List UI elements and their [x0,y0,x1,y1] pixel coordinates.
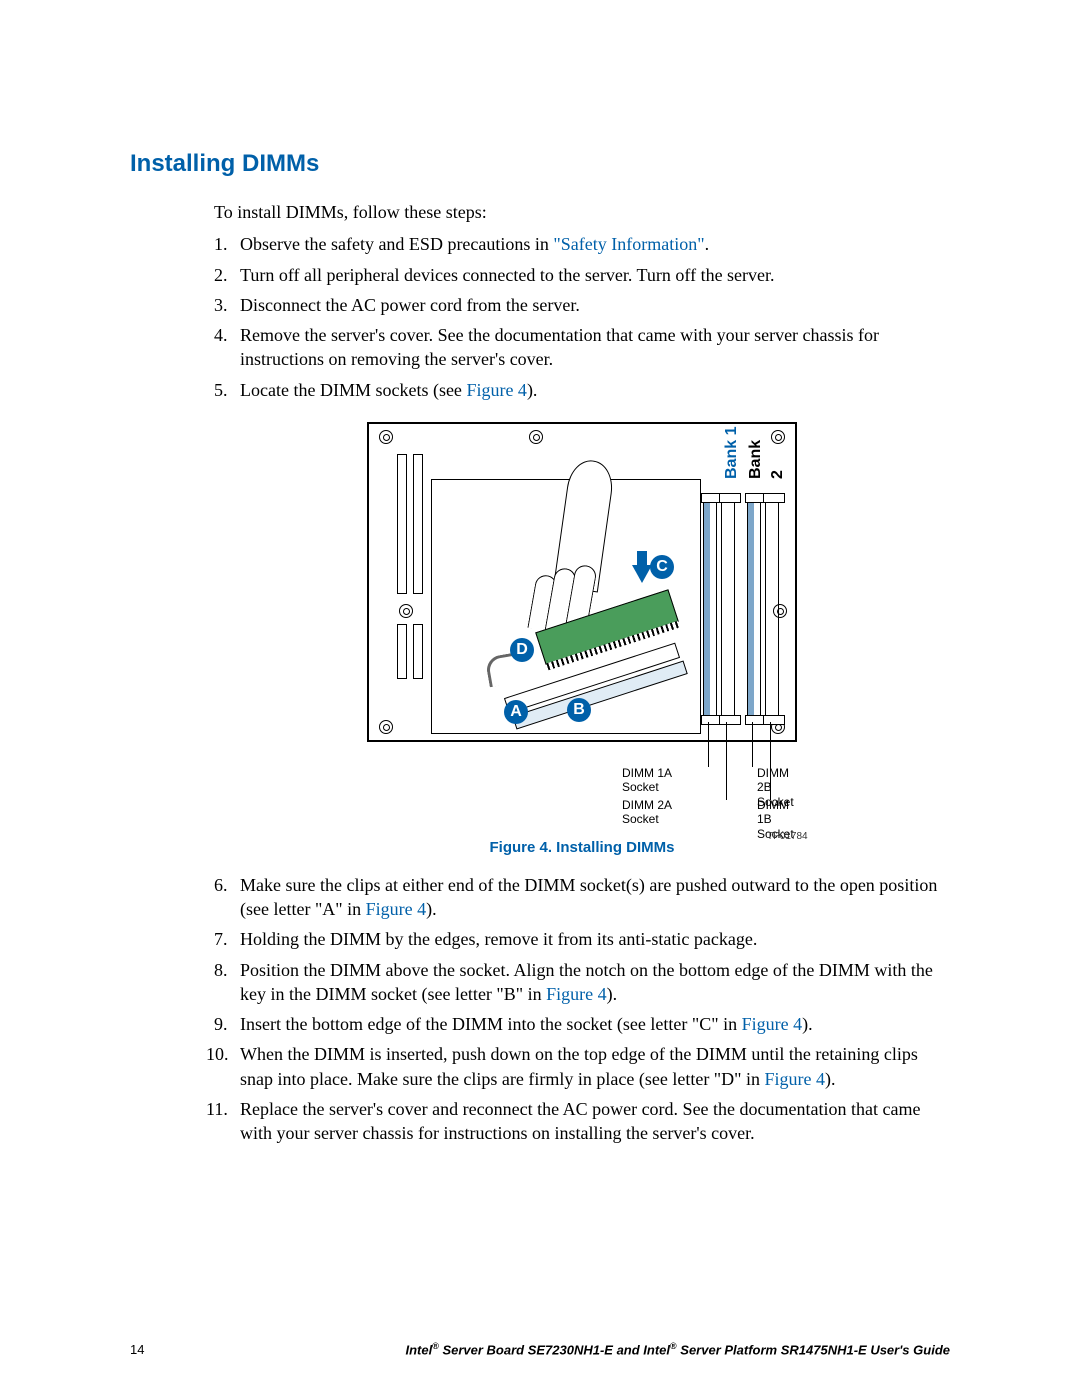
step-9: Insert the bottom edge of the DIMM into … [214,1012,950,1036]
zoom-panel: A B C D [431,479,701,734]
socket-2a-name: DIMM 2A [622,798,672,812]
dimm-socket-1b [765,494,779,724]
step-list-2: Make sure the clips at either end of the… [214,873,950,1146]
socket-2b-name: DIMM 2B [757,766,789,794]
figure4-link[interactable]: Figure 4 [366,899,427,919]
figure4-link[interactable]: Figure 4 [546,984,607,1004]
screw-icon [379,720,393,734]
step-10: When the DIMM is inserted, push down on … [214,1042,950,1091]
socket-1a-sub: Socket [622,780,659,794]
motherboard-diagram: A B C D Bank 1 Bank 2 [367,422,797,742]
figure4-link[interactable]: Figure 4 [765,1069,826,1089]
step-8: Position the DIMM above the socket. Alig… [214,958,950,1007]
screw-icon [399,604,413,618]
page-number: 14 [130,1342,144,1357]
pci-slot [397,454,407,594]
connector [397,624,407,679]
socket-2a-sub: Socket [622,812,659,826]
step-text-post: ). [802,1014,813,1034]
dimm-socket-2a [721,494,735,724]
figure4-link[interactable]: Figure 4 [466,380,527,400]
dimm-socket-1a [703,494,717,724]
figure-4: A B C D Bank 1 Bank 2 [214,422,950,824]
callout-b: B [567,698,591,722]
step-5: Locate the DIMM sockets (see Figure 4). [214,378,950,402]
screw-icon [379,430,393,444]
bank2-label: Bank 2 [745,429,788,479]
figure-caption: Figure 4. Installing DIMMs [214,838,950,858]
step-4: Remove the server's cover. See the docum… [214,323,950,372]
step-7: Holding the DIMM by the edges, remove it… [214,927,950,951]
socket-labels: DIMM 1A Socket DIMM 2A Socket DIMM 2B So… [367,748,797,818]
bank1-label: Bank 1 [721,427,743,479]
section-heading: Installing DIMMs [130,150,950,178]
step-text-post: . [705,234,710,254]
pci-slot [413,454,423,594]
step-text: Insert the bottom edge of the DIMM into … [240,1014,742,1034]
dimm-socket-2b [747,494,761,724]
safety-info-link[interactable]: "Safety Information" [553,234,704,254]
step-text: Locate the DIMM sockets (see [240,380,466,400]
step-text: Remove the server's cover. See the docum… [240,325,879,369]
step-3: Disconnect the AC power cord from the se… [214,293,950,317]
insert-arrow-icon [632,565,652,583]
figure4-link[interactable]: Figure 4 [742,1014,803,1034]
step-text: Make sure the clips at either end of the… [240,875,937,919]
step-list-1: Observe the safety and ESD precautions i… [214,232,950,402]
callout-a: A [504,700,528,724]
screw-icon [529,430,543,444]
step-1: Observe the safety and ESD precautions i… [214,232,950,256]
step-6: Make sure the clips at either end of the… [214,873,950,922]
step-text: Holding the DIMM by the edges, remove it… [240,929,757,949]
socket-1b-name: DIMM 1B [757,798,789,826]
step-text-post: ). [426,899,437,919]
footer-title: Intel® Server Board SE7230NH1-E and Inte… [405,1341,950,1357]
callout-d: D [510,638,534,662]
page-footer: 14 Intel® Server Board SE7230NH1-E and I… [130,1341,950,1357]
step-text: Turn off all peripheral devices connecte… [240,265,775,285]
intro-text: To install DIMMs, follow these steps: [214,200,950,224]
step-text-post: ). [527,380,538,400]
connector [413,624,423,679]
callout-c: C [650,555,674,579]
step-text: Observe the safety and ESD precautions i… [240,234,553,254]
step-11: Replace the server's cover and reconnect… [214,1097,950,1146]
step-2: Turn off all peripheral devices connecte… [214,263,950,287]
figure-id: TP01784 [767,830,808,844]
step-text: Replace the server's cover and reconnect… [240,1099,920,1143]
socket-1a-name: DIMM 1A [622,766,672,780]
step-text: Disconnect the AC power cord from the se… [240,295,580,315]
step-text-post: ). [607,984,618,1004]
content-body: To install DIMMs, follow these steps: Ob… [130,200,950,1146]
step-text-post: ). [825,1069,836,1089]
